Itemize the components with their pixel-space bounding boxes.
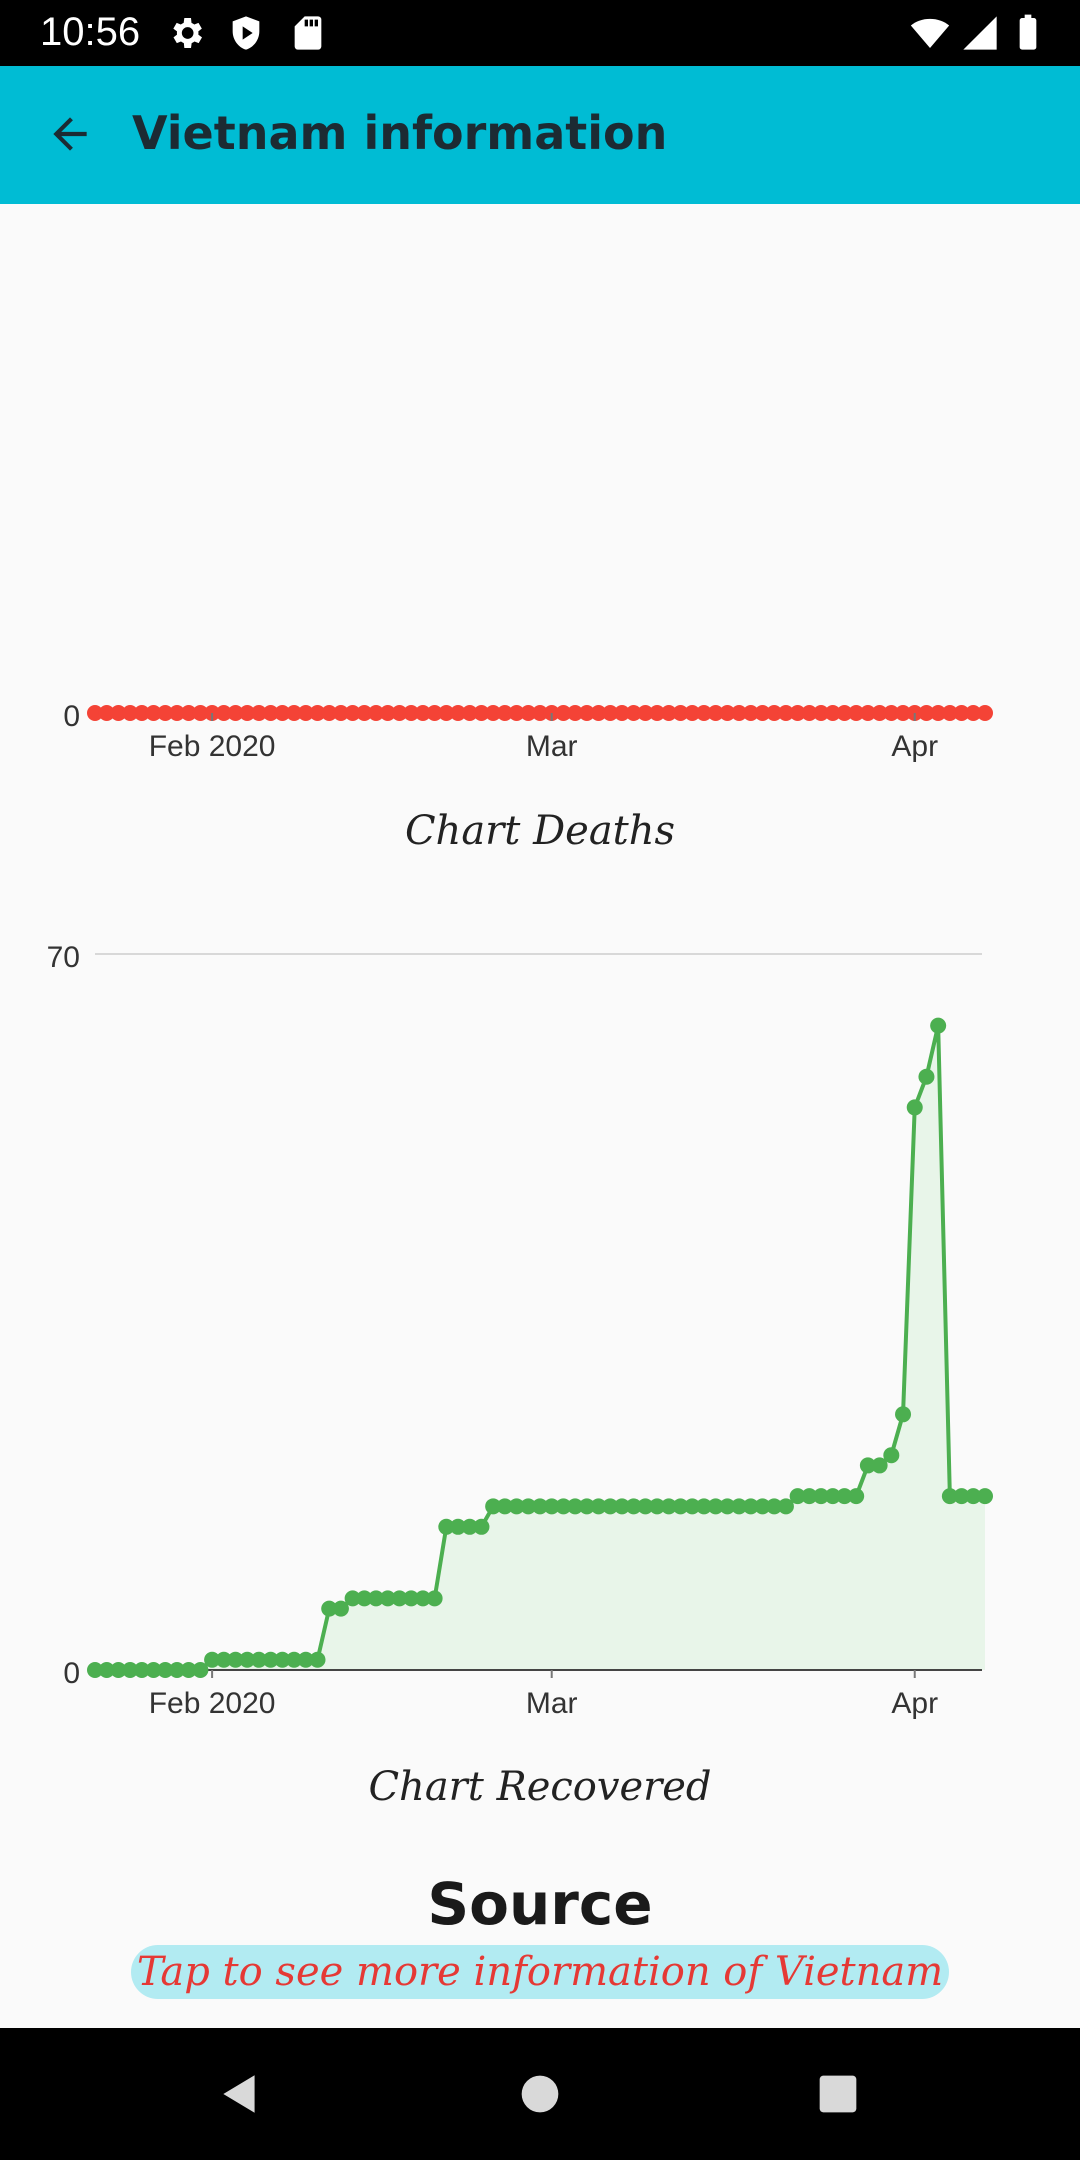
deaths-chart-caption: Chart Deaths — [404, 808, 676, 854]
data-point — [848, 1488, 865, 1505]
deaths-chart: 0 Feb 2020 Mar Apr — [63, 700, 993, 763]
shield-icon — [232, 16, 260, 50]
x-tick-label: Mar — [526, 1687, 578, 1720]
home-circle-icon — [521, 2075, 559, 2113]
signal-icon — [963, 16, 997, 50]
nav-recents-button[interactable] — [808, 2064, 868, 2124]
y-tick-label: 0 — [63, 700, 80, 733]
recents-square-icon — [819, 2075, 857, 2113]
data-point — [930, 1017, 947, 1034]
data-point — [895, 1406, 912, 1423]
nav-back-button[interactable] — [210, 2064, 270, 2124]
data-point — [309, 1651, 326, 1668]
wifi-icon — [910, 18, 950, 48]
data-point — [883, 1447, 900, 1464]
gear-icon — [173, 18, 202, 48]
x-tick-label: Feb 2020 — [149, 1687, 276, 1720]
x-tick-label: Apr — [891, 730, 938, 763]
sd-card-icon — [294, 16, 322, 50]
back-triangle-icon — [223, 2075, 255, 2113]
arrow-left-icon — [53, 117, 87, 151]
recovered-chart: 0 70 Feb 2020 Mar Apr — [47, 941, 993, 1720]
nav-home-button[interactable] — [510, 2064, 570, 2124]
y-tick-label: 0 — [63, 1657, 80, 1690]
y-tick-label: 70 — [47, 941, 80, 974]
nav-bar — [0, 2028, 1080, 2160]
x-tick-label: Mar — [526, 730, 578, 763]
app-bar: Vietnam information — [0, 66, 1080, 204]
back-button[interactable] — [30, 94, 110, 174]
x-tick-label: Apr — [891, 1687, 938, 1720]
area-fill — [95, 1025, 985, 1670]
data-point — [977, 1488, 993, 1505]
data-point — [977, 705, 993, 721]
page-title: Vietnam information — [132, 106, 668, 160]
recovered-chart-caption: Chart Recovered — [368, 1764, 712, 1810]
status-time: 10:56 — [40, 10, 141, 54]
status-bar: 10:56 — [0, 0, 1080, 66]
source-link-wrap: Tap to see more information of Vietnam — [0, 1945, 1080, 1999]
source-link[interactable]: Tap to see more information of Vietnam — [130, 1945, 950, 1999]
source-heading: Source — [427, 1870, 653, 1938]
data-point — [473, 1518, 490, 1535]
data-point — [426, 1590, 443, 1607]
battery-icon — [1019, 14, 1037, 50]
x-tick-label: Feb 2020 — [149, 730, 276, 763]
data-point — [906, 1099, 923, 1116]
data-point — [918, 1068, 935, 1085]
